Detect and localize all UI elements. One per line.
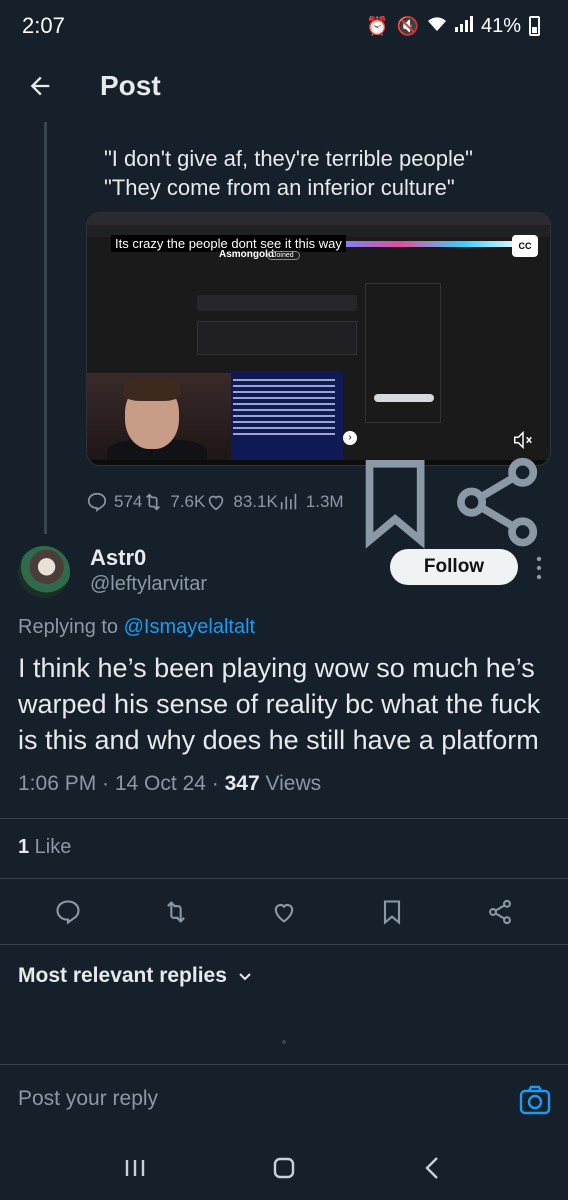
signal-icon [454,15,473,37]
subreddit-banner [337,241,527,247]
reply-composer [0,1064,568,1136]
views-icon [280,493,297,510]
reddit-create-post [197,295,357,311]
replying-to-mention[interactable]: @Ismayelaltalt [124,616,255,638]
reply-count-button[interactable]: 574 [86,491,142,513]
view-count-button[interactable]: 1.3M [278,491,344,513]
replying-to-prefix: Replying to [18,616,124,638]
heart-icon [209,495,224,511]
android-nav-bar [0,1136,568,1200]
likes-summary[interactable]: 1 Like [18,836,71,859]
follow-button[interactable]: Follow [390,549,518,585]
reddit-post-card [197,321,357,355]
reply-count: 574 [114,492,143,511]
reddit-create-post-button [374,394,434,402]
repost-icon [146,493,161,511]
reply-post-text: I think he’s been playing wow so much he… [18,653,541,755]
status-bar: 2:07 ⏰ 🔇 41% [0,0,568,52]
next-image-icon: › [343,431,357,445]
divider [0,818,568,819]
camera-icon[interactable] [519,1085,551,1115]
sort-replies-label: Most relevant replies [18,964,227,987]
heart-icon[interactable] [270,898,298,926]
parent-post-line-1: "I don't give af, they're terrible peopl… [104,146,473,171]
video-player[interactable]: Its crazy the people dont see it this wa… [86,212,551,466]
author-handle[interactable]: @leftylarvitar [90,573,207,596]
post-timestamp: 1:06 PM · 14 Oct 24 · [18,772,225,795]
more-options-icon[interactable] [532,555,546,581]
divider [0,878,568,879]
reply-icon[interactable] [54,898,82,926]
alarm-icon: ⏰ [366,15,389,36]
repost-count-button[interactable]: 7.6K [142,491,205,513]
battery-percent: 41% [480,14,521,37]
mute-video-icon[interactable] [510,429,536,451]
top-header: Post [0,52,568,122]
likes-label: Like [29,836,72,858]
page-title: Post [100,70,161,101]
streamer-webcam [87,373,231,465]
mute-icon: 🔇 [396,15,419,36]
view-count: 1.3M [305,492,344,511]
share-icon[interactable] [486,898,514,926]
back-icon[interactable] [419,1154,447,1182]
closed-captions-button[interactable]: CC [512,235,538,257]
sort-replies-dropdown[interactable]: Most relevant replies [18,964,253,988]
reply-icon [87,492,107,512]
status-icons: ⏰ 🔇 41% [366,15,540,38]
reply-input[interactable] [18,1087,478,1111]
battery-icon [529,16,540,36]
embedded-browser-bar [87,213,550,225]
divider [0,944,568,945]
subreddit-title: Asmongold [219,249,274,260]
parent-post-text: "I don't give af, they're terrible peopl… [104,144,544,202]
author-name[interactable]: Astr0 [90,545,146,571]
bookmark-icon[interactable] [344,451,446,553]
thread-connector-line [44,122,47,534]
joined-badge: Joined [267,251,300,260]
reddit-image-post [225,371,343,465]
loading-dot [282,1040,286,1044]
chevron-down-icon [239,973,251,981]
author-avatar[interactable] [18,546,70,598]
bookmark-icon[interactable] [378,898,406,926]
back-arrow-icon[interactable] [26,72,54,100]
reddit-sidebar [365,283,441,423]
replying-to-line: Replying to @Ismayelaltalt [18,616,255,639]
status-time: 2:07 [22,13,65,38]
repost-count: 7.6K [170,492,206,511]
post-views-label: Views [259,772,322,795]
reply-post-actions [0,892,568,932]
likes-count: 1 [18,836,30,858]
parent-post-line-2: "They come from an inferior culture" [104,175,455,200]
like-count-button[interactable]: 83.1K [205,491,278,513]
like-count: 83.1K [233,492,278,511]
recent-apps-icon[interactable] [121,1154,149,1182]
repost-icon[interactable] [162,898,190,926]
home-icon[interactable] [270,1154,298,1182]
post-view-count: 347 [224,772,260,795]
post-metadata: 1:06 PM · 14 Oct 24 · 347 Views [18,772,321,796]
share-icon[interactable] [446,451,548,553]
wifi-icon [427,16,447,37]
parent-post-actions: 574 7.6K 83.1K 1.3M [86,457,548,549]
